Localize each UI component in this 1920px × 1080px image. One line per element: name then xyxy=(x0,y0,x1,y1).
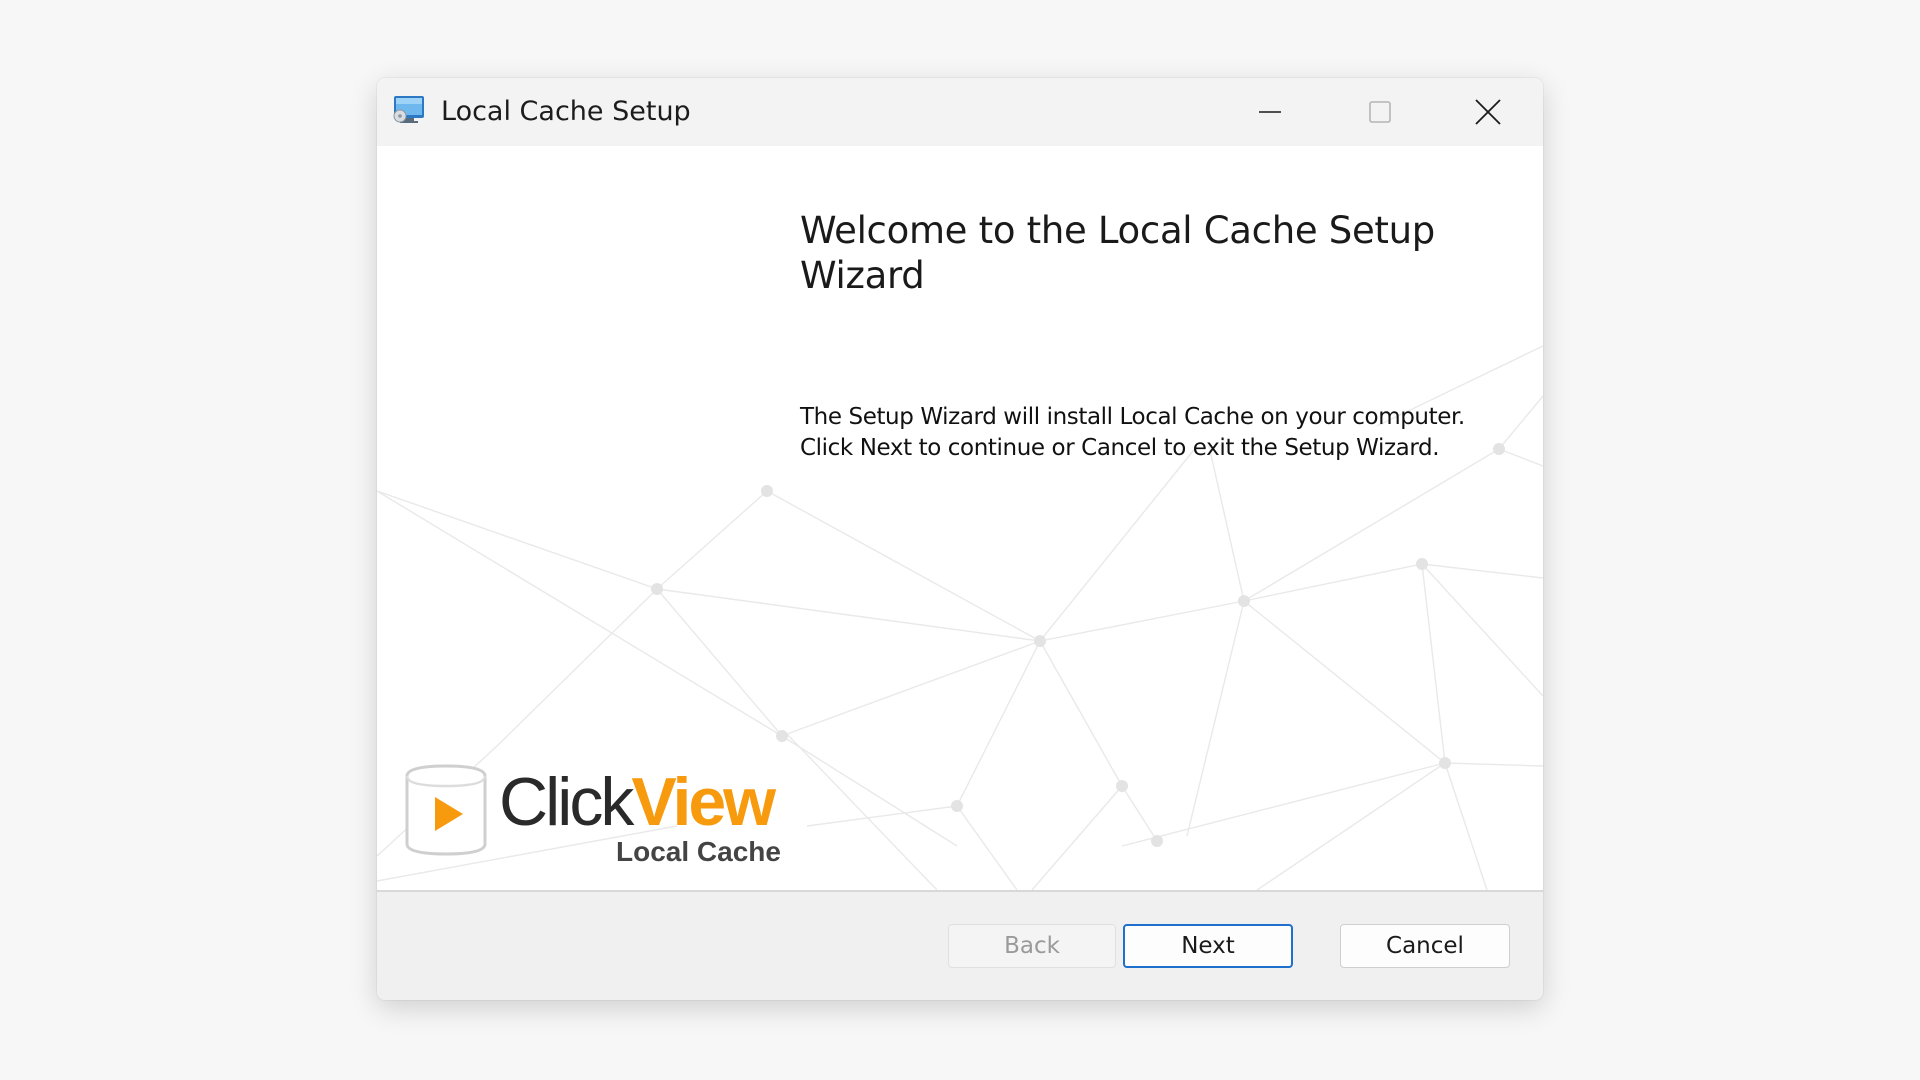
title-bar[interactable]: Local Cache Setup xyxy=(377,78,1543,146)
cancel-button[interactable]: Cancel xyxy=(1340,924,1510,968)
logo-wordmark: ClickView xyxy=(499,762,776,842)
next-button[interactable]: Next xyxy=(1123,924,1293,968)
wizard-description-line1: The Setup Wizard will install Local Cach… xyxy=(800,404,1465,430)
setup-window: Local Cache Setup Welcome to the Local C… xyxy=(377,78,1543,1000)
clickview-logo: ClickView Local Cache xyxy=(403,762,783,892)
logo-word-click: Click xyxy=(499,764,634,840)
installer-icon xyxy=(393,96,424,123)
play-cylinder-icon xyxy=(405,764,487,856)
maximize-button[interactable] xyxy=(1325,78,1435,146)
wizard-heading-line1: Welcome to the Local Cache Setup xyxy=(800,209,1435,252)
maximize-icon xyxy=(1369,101,1391,123)
wizard-heading: Welcome to the Local Cache Setup Wizard xyxy=(800,208,1500,298)
window-title: Local Cache Setup xyxy=(441,96,691,127)
logo-subtitle: Local Cache xyxy=(616,836,781,867)
wizard-description: The Setup Wizard will install Local Cach… xyxy=(800,402,1520,464)
minimize-icon xyxy=(1259,111,1281,113)
minimize-button[interactable] xyxy=(1215,78,1325,146)
close-icon xyxy=(1475,99,1501,125)
logo-word-view: View xyxy=(631,764,776,840)
back-button[interactable]: Back xyxy=(948,924,1116,968)
wizard-description-line2: Click Next to continue or Cancel to exit… xyxy=(800,435,1440,461)
close-button[interactable] xyxy=(1433,78,1543,146)
wizard-heading-line2: Wizard xyxy=(800,254,925,297)
